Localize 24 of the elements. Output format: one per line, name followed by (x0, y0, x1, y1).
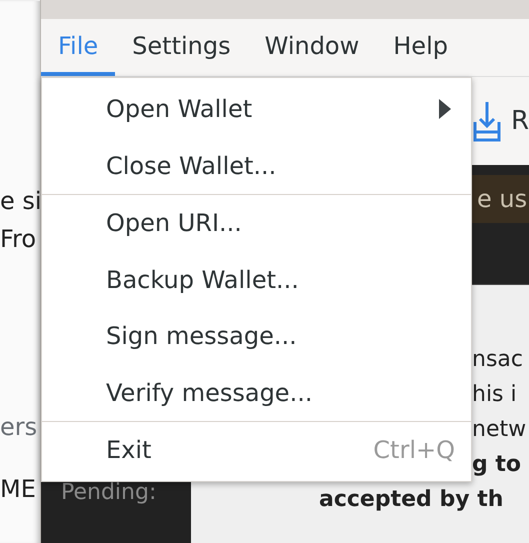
menu-item[interactable]: Exit Ctrl+Q (42, 422, 471, 478)
menu-item[interactable]: Sign message... (42, 308, 471, 364)
menu-bar-item[interactable]: Settings (115, 19, 248, 76)
menu-item[interactable]: Close Wallet... (42, 138, 471, 194)
text-fragment: nsac (472, 347, 523, 372)
menu-item[interactable]: Open Wallet (42, 81, 471, 138)
menu-bar-item[interactable]: Window (248, 19, 376, 76)
text-fragment: ME (0, 475, 36, 503)
text-fragment: e si (0, 187, 40, 215)
text-fragment: his i (472, 382, 517, 407)
text-fragment: Fro (0, 225, 36, 253)
pending-label: Pending: (61, 479, 156, 507)
text-fragment: ers (0, 413, 38, 441)
menu-bar-item[interactable]: Help (376, 19, 465, 76)
text-fragment: netw (472, 417, 526, 442)
toolbar-button-label[interactable]: R (511, 106, 529, 136)
menu-item[interactable]: Open URI... (42, 195, 471, 252)
download-tray-icon (473, 100, 501, 142)
submenu-arrow-icon (439, 99, 451, 120)
banner-text: e us (477, 185, 528, 213)
text-fragment: g to (472, 452, 522, 477)
menu-item[interactable]: Backup Wallet... (42, 252, 471, 308)
text-fragment: accepted by th (319, 487, 504, 512)
menu-item[interactable]: Verify message... (42, 364, 471, 421)
